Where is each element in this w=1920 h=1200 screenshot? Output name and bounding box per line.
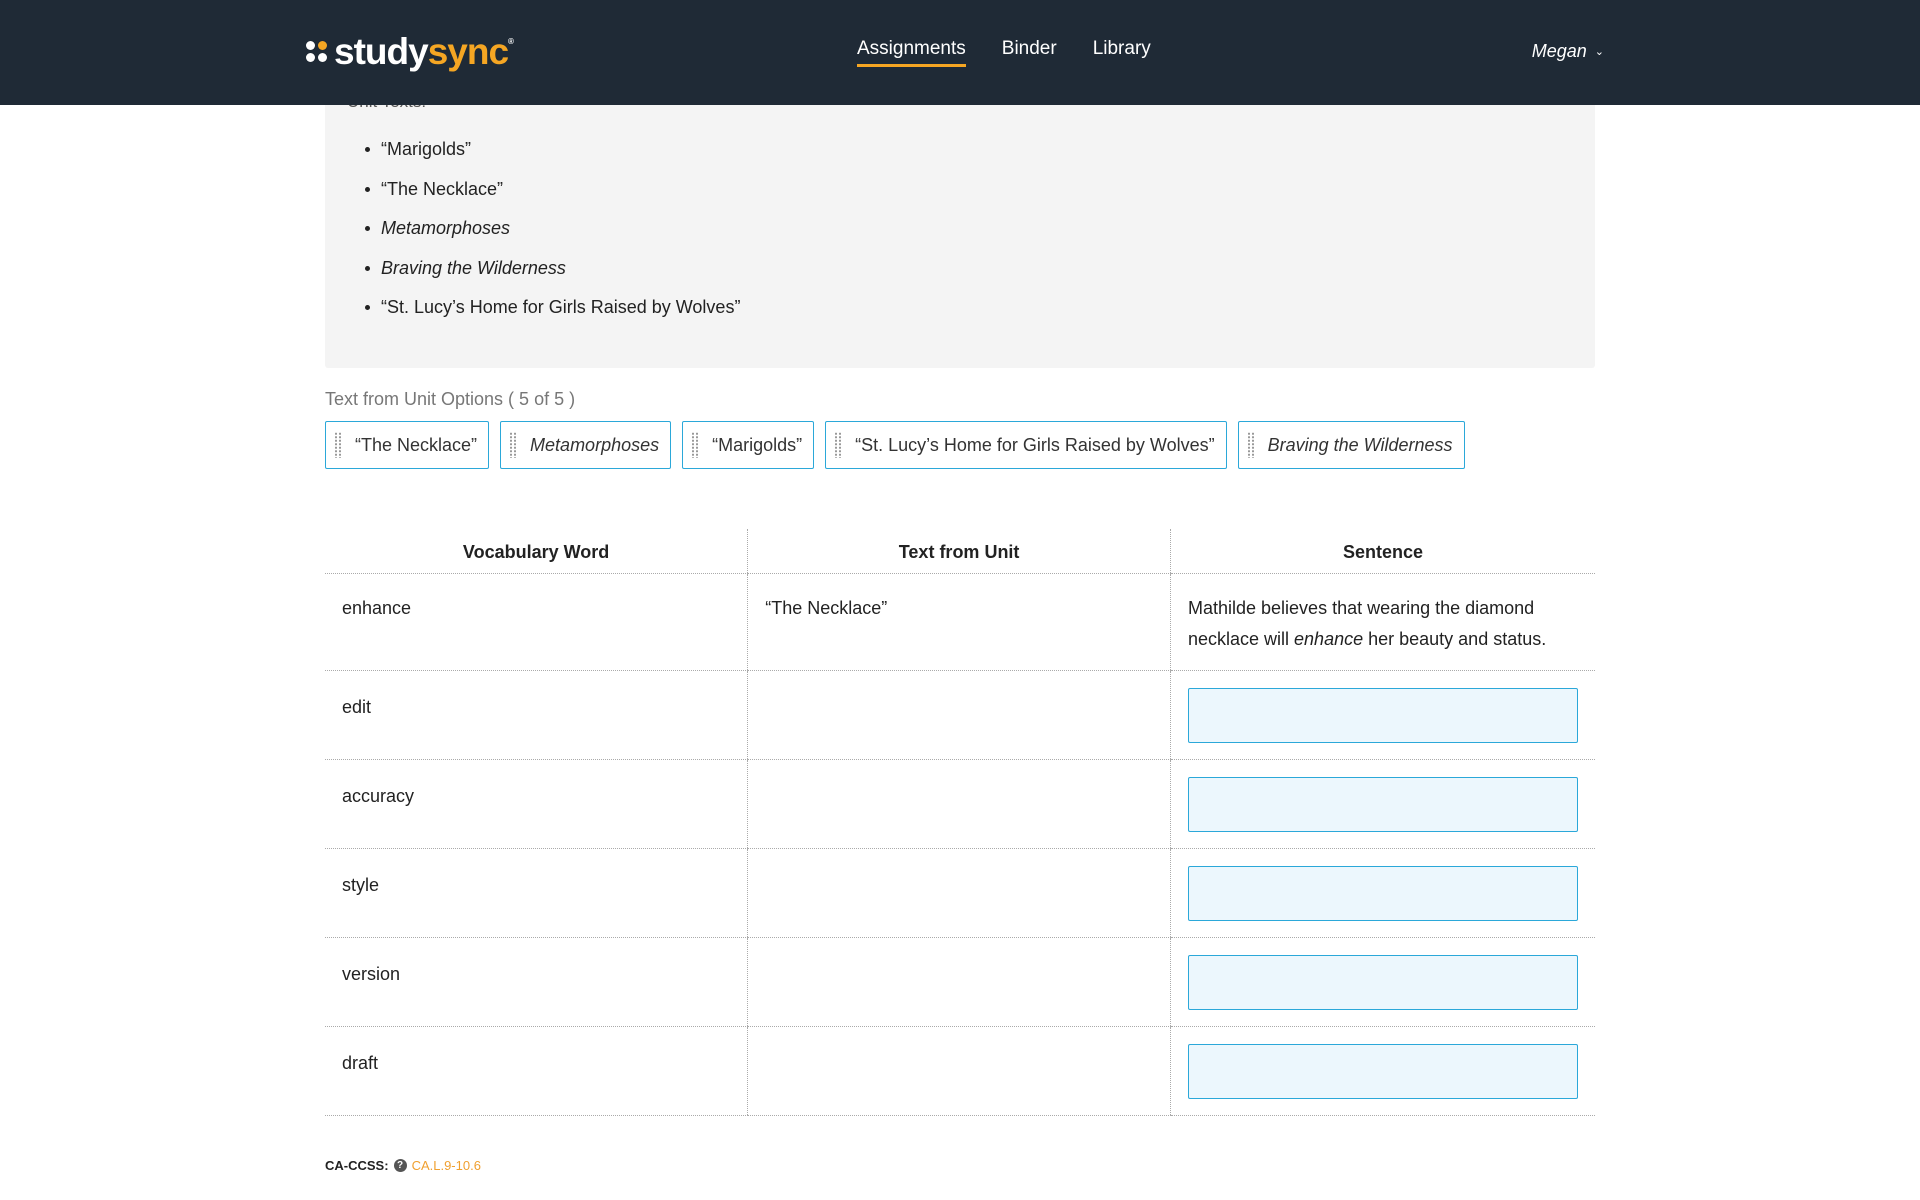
unit-text-item: “St. Lucy’s Home for Girls Raised by Wol…	[364, 296, 740, 336]
text-options-label: Text from Unit Options ( 5 of 5 )	[325, 389, 576, 409]
text-drop-zone[interactable]	[747, 1026, 1171, 1116]
logo-registered-mark: ®	[508, 37, 514, 46]
chevron-down-icon: ⌄	[1594, 46, 1604, 58]
table-row: version	[325, 937, 1595, 1027]
draggable-option-chip[interactable]: Metamorphoses	[500, 421, 672, 469]
table-row: accuracy	[325, 759, 1595, 849]
user-name: Megan	[1531, 41, 1587, 61]
unit-text-item: “Marigolds”	[364, 138, 740, 178]
sentence-input[interactable]	[1187, 865, 1578, 921]
text-drop-zone[interactable]: “The Necklace”	[747, 573, 1171, 671]
text-drop-zone[interactable]	[747, 848, 1171, 938]
table-row: edit	[325, 670, 1595, 760]
unit-text-item: Metamorphoses	[364, 217, 740, 257]
question-circle-icon[interactable]: ?	[393, 1159, 407, 1172]
standards-label: CA-CCSS:	[325, 1158, 389, 1173]
user-menu[interactable]: Megan ⌄	[1532, 41, 1604, 62]
sentence-input[interactable]	[1187, 1043, 1578, 1099]
word-cell: version	[325, 937, 748, 1027]
drag-handle-icon[interactable]	[1247, 432, 1255, 458]
main-nav: Assignments Binder Library	[857, 38, 1151, 67]
unit-text-item: “The Necklace”	[364, 178, 740, 218]
logo-wordmark: studysync®	[334, 31, 514, 73]
unit-texts-panel: Unit Texts: “Marigolds” “The Necklace” M…	[325, 92, 1595, 368]
header-sentence: Sentence	[1169, 529, 1595, 574]
draggable-option-chip[interactable]: “Marigolds”	[682, 421, 815, 469]
draggable-option-chip[interactable]: “St. Lucy’s Home for Girls Raised by Wol…	[825, 421, 1227, 469]
logo-sync: sync	[427, 31, 509, 72]
unit-text-item: Braving the Wilderness	[364, 257, 740, 297]
unit-texts-list: “Marigolds” “The Necklace” Metamorphoses…	[364, 138, 740, 336]
sentence-input[interactable]	[1187, 687, 1578, 743]
standard-code-link[interactable]: CA.L.9-10.6	[412, 1158, 481, 1173]
drag-handle-icon[interactable]	[835, 432, 842, 458]
text-options-chips: “The Necklace” Metamorphoses “Marigolds”…	[325, 421, 1465, 469]
sentence-input[interactable]	[1187, 776, 1578, 832]
sentence-part: her beauty and status.	[1363, 628, 1547, 649]
nav-assignments[interactable]: Assignments	[857, 38, 966, 67]
chip-label: “Marigolds”	[712, 434, 803, 455]
chip-label: Metamorphoses	[530, 434, 660, 455]
sentence-input[interactable]	[1187, 954, 1578, 1010]
table-row: style	[325, 848, 1595, 938]
sentence-cell	[1169, 937, 1595, 1027]
sentence-cell	[1169, 759, 1595, 849]
chip-label: “St. Lucy’s Home for Girls Raised by Wol…	[855, 434, 1215, 455]
text-drop-zone[interactable]	[747, 937, 1171, 1027]
text-drop-zone[interactable]	[747, 759, 1171, 849]
word-cell: enhance	[325, 573, 748, 671]
logo-study: study	[334, 31, 429, 72]
table-header-row: Vocabulary Word Text from Unit Sentence	[325, 529, 1595, 574]
top-navigation-bar: studysync® Assignments Binder Library Me…	[0, 0, 1920, 105]
sentence-cell	[1169, 1026, 1595, 1116]
header-text-from-unit: Text from Unit	[747, 529, 1171, 574]
sentence-cell: Mathilde believes that wearing the diamo…	[1169, 573, 1595, 671]
table-row: enhance “The Necklace” Mathilde believes…	[325, 573, 1595, 671]
word-cell: draft	[325, 1026, 748, 1116]
chip-label: Braving the Wilderness	[1267, 434, 1453, 455]
table-row: draft	[325, 1026, 1595, 1116]
draggable-option-chip[interactable]: “The Necklace”	[325, 421, 490, 469]
vocabulary-table: Vocabulary Word Text from Unit Sentence …	[325, 529, 1595, 1116]
word-cell: accuracy	[325, 759, 748, 849]
sentence-emphasis: enhance	[1294, 628, 1364, 649]
nav-library[interactable]: Library	[1093, 38, 1151, 67]
sentence-cell	[1169, 670, 1595, 760]
drag-handle-icon[interactable]	[335, 432, 342, 458]
word-cell: style	[325, 848, 748, 938]
standards-line: CA-CCSS: ? CA.L.9-10.6	[325, 1158, 481, 1173]
sentence-cell	[1169, 848, 1595, 938]
drag-handle-icon[interactable]	[510, 432, 517, 458]
chip-label: “The Necklace”	[355, 434, 478, 455]
draggable-option-chip[interactable]: Braving the Wilderness	[1237, 421, 1465, 469]
drag-handle-icon[interactable]	[692, 432, 699, 458]
header-vocabulary-word: Vocabulary Word	[325, 529, 748, 574]
text-drop-zone[interactable]	[747, 670, 1171, 760]
nav-binder[interactable]: Binder	[1002, 38, 1057, 67]
word-cell: edit	[325, 670, 748, 760]
studysync-logo[interactable]: studysync®	[306, 30, 514, 74]
logo-dots-icon	[306, 41, 328, 63]
